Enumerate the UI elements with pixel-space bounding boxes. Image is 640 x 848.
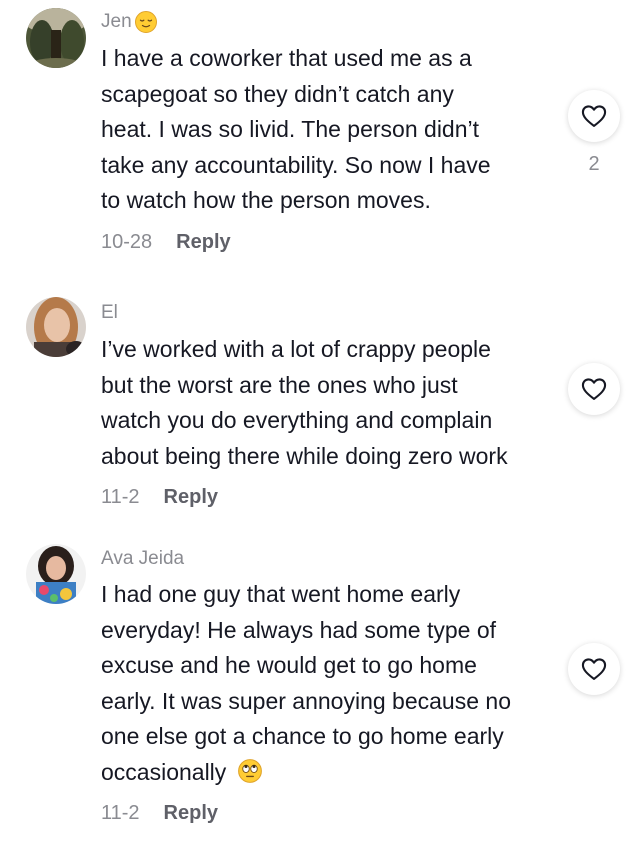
reply-button[interactable]: Reply: [176, 231, 230, 253]
heart-icon: [581, 658, 607, 680]
comment-username[interactable]: Ava Jeida: [101, 548, 184, 570]
avatar[interactable]: [26, 297, 86, 357]
comment-date: 10-28: [101, 231, 153, 253]
eye-roll-face-icon: [237, 758, 263, 784]
comment-text: I had one guy that went home early every…: [101, 581, 511, 785]
avatar[interactable]: [26, 544, 86, 604]
comment-date: 11-2: [101, 802, 140, 824]
reply-button[interactable]: Reply: [164, 486, 218, 508]
comment-username[interactable]: El: [101, 302, 118, 324]
avatar[interactable]: [26, 8, 86, 68]
comment-username[interactable]: Jen: [101, 10, 158, 34]
like-button[interactable]: [568, 363, 620, 415]
heart-icon: [581, 378, 607, 400]
comment-item: Jen I have a coworker that used me as a …: [0, 0, 640, 290]
like-count: 2: [588, 153, 600, 175]
comment-text: I have a coworker that used me as a scap…: [101, 45, 491, 213]
comment-item: El I’ve worked with a lot of crappy peop…: [0, 290, 640, 540]
reply-button[interactable]: Reply: [164, 802, 218, 824]
relieved-face-icon: [134, 10, 158, 34]
comment-text: I’ve worked with a lot of crappy people …: [101, 336, 508, 469]
comment-meta: 10-28 Reply: [101, 231, 231, 254]
like-button[interactable]: [568, 643, 620, 695]
comment-meta: 11-2 Reply: [101, 802, 218, 825]
like-button[interactable]: [568, 90, 620, 142]
comment-item: Ava Jeida I had one guy that went home e…: [0, 540, 640, 848]
comment-meta: 11-2 Reply: [101, 486, 218, 509]
comment-date: 11-2: [101, 486, 140, 508]
heart-icon: [581, 105, 607, 127]
